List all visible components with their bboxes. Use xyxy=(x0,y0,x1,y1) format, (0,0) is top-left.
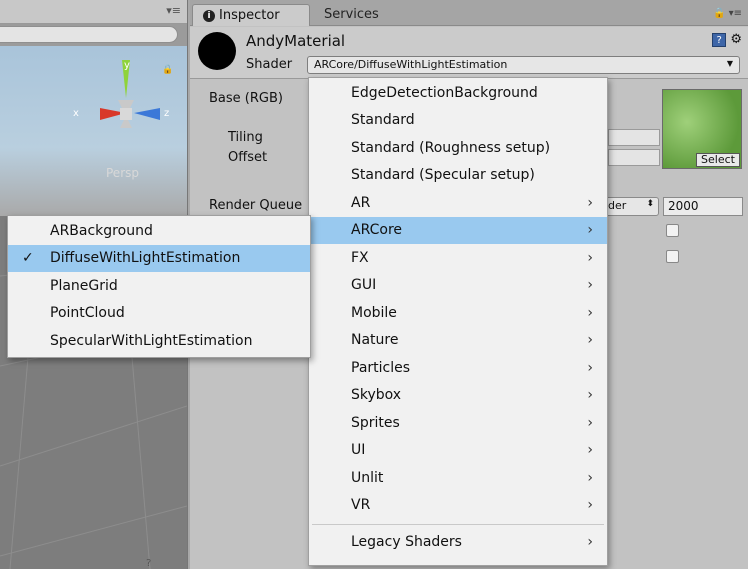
chevron-right-icon: › xyxy=(587,332,593,348)
material-preview-sphere xyxy=(198,32,236,70)
texture-slot[interactable]: Select xyxy=(662,89,742,169)
property-checkbox-2[interactable] xyxy=(666,250,679,263)
render-queue-label: Render Queue xyxy=(209,198,303,213)
submenu-item-arbackground[interactable]: ARBackground xyxy=(8,218,310,245)
info-icon: i xyxy=(203,10,215,22)
tab-services[interactable]: Services xyxy=(314,4,414,26)
tab-inspector-label: Inspector xyxy=(219,8,280,23)
menu-item-ui[interactable]: UI › xyxy=(309,437,607,464)
submenu-item-pointcloud[interactable]: PointCloud xyxy=(8,300,310,327)
chevron-right-icon: › xyxy=(587,305,593,321)
checkmark-icon: ✓ xyxy=(22,250,34,266)
scene-search-field[interactable] xyxy=(0,26,178,43)
offset-y-field[interactable] xyxy=(608,149,660,166)
offset-label: Offset xyxy=(228,150,268,165)
gizmo-z-cone xyxy=(134,108,160,120)
chevron-right-icon: › xyxy=(587,442,593,458)
chevron-right-icon: › xyxy=(587,387,593,403)
submenu-item-planegrid[interactable]: PlaneGrid xyxy=(8,273,310,300)
shader-label: Shader xyxy=(246,57,293,72)
base-rgb-label: Base (RGB) xyxy=(209,91,283,106)
chevron-right-icon: › xyxy=(587,360,593,376)
menu-item-standard-roughness[interactable]: Standard (Roughness setup) xyxy=(309,135,607,162)
chevron-right-icon: › xyxy=(587,470,593,486)
menu-separator xyxy=(312,524,604,525)
gizmo-z-label: z xyxy=(164,108,169,119)
submenu-item-specularwithlightestimation[interactable]: SpecularWithLightEstimation xyxy=(8,328,310,355)
tab-inspector[interactable]: i Inspector xyxy=(192,4,310,26)
shader-dropdown[interactable]: ARCore/DiffuseWithLightEstimation ▼ xyxy=(307,56,740,74)
material-header: AndyMaterial Shader ARCore/DiffuseWithLi… xyxy=(190,27,748,79)
menu-item-nature[interactable]: Nature › xyxy=(309,327,607,354)
shader-menu: EdgeDetectionBackground Standard Standar… xyxy=(308,77,608,566)
shader-dropdown-value: ARCore/DiffuseWithLightEstimation xyxy=(314,58,508,71)
render-queue-mode-dropdown[interactable]: der ⬍ xyxy=(603,197,659,216)
menu-item-skybox[interactable]: Skybox › xyxy=(309,382,607,409)
menu-item-fx[interactable]: FX › xyxy=(309,245,607,272)
tiling-label: Tiling xyxy=(228,130,263,145)
scene-orientation-gizmo[interactable]: y x z 🔒 xyxy=(70,58,182,168)
gizmo-x-label: x xyxy=(73,108,79,119)
chevron-right-icon: › xyxy=(587,534,593,550)
chevron-right-icon: › xyxy=(587,415,593,431)
menu-item-particles[interactable]: Particles › xyxy=(309,355,607,382)
render-queue-value-field[interactable]: 2000 xyxy=(663,197,743,216)
perspective-label[interactable]: Persp xyxy=(106,166,139,180)
gear-icon[interactable]: ⚙ xyxy=(730,32,742,47)
texture-select-button[interactable]: Select xyxy=(696,153,740,167)
material-name: AndyMaterial xyxy=(246,32,346,50)
tiling-y-field[interactable] xyxy=(608,129,660,146)
chevron-right-icon: › xyxy=(587,195,593,211)
render-queue-mode-value: der xyxy=(608,199,627,212)
submenu-item-diffusewithlightestimation[interactable]: ✓ DiffuseWithLightEstimation xyxy=(8,245,310,272)
menu-item-edgedetectionbackground[interactable]: EdgeDetectionBackground xyxy=(309,80,607,107)
menu-item-unlit[interactable]: Unlit › xyxy=(309,465,607,492)
scene-bottom-indicator: ? xyxy=(146,558,152,569)
tab-services-label: Services xyxy=(324,7,379,22)
menu-item-sprites[interactable]: Sprites › xyxy=(309,410,607,437)
menu-item-standard[interactable]: Standard xyxy=(309,107,607,134)
inspector-tabbar: i Inspector Services 🔒 ▾≡ xyxy=(190,0,748,26)
chevron-right-icon: › xyxy=(587,497,593,513)
help-book-icon[interactable]: ? xyxy=(712,33,727,47)
chevron-right-icon: › xyxy=(587,250,593,266)
scene-toolbar: ▾≡ xyxy=(0,0,187,24)
menu-item-gui[interactable]: GUI › xyxy=(309,272,607,299)
tab-menu-icon[interactable]: ▾≡ xyxy=(166,4,181,17)
tab-menu-icon[interactable]: ▾≡ xyxy=(729,8,742,19)
lock-icon[interactable]: 🔒 xyxy=(713,8,725,19)
menu-item-ar[interactable]: AR › xyxy=(309,190,607,217)
chevron-right-icon: › xyxy=(587,277,593,293)
property-checkbox-1[interactable] xyxy=(666,224,679,237)
menu-item-legacy-shaders[interactable]: Legacy Shaders › xyxy=(309,529,607,556)
arcore-submenu: ARBackground ✓ DiffuseWithLightEstimation… xyxy=(7,215,311,358)
chevron-right-icon: › xyxy=(587,222,593,238)
dropdown-arrow-icon: ▼ xyxy=(726,59,733,68)
menu-item-vr[interactable]: VR › xyxy=(309,492,607,519)
gizmo-lock-icon: 🔒 xyxy=(162,64,173,75)
menu-item-mobile[interactable]: Mobile › xyxy=(309,300,607,327)
gizmo-y-label: y xyxy=(124,60,130,71)
menu-item-standard-specular[interactable]: Standard (Specular setup) xyxy=(309,162,607,189)
menu-item-arcore[interactable]: ARCore › xyxy=(309,217,607,244)
stepper-arrows-icon: ⬍ xyxy=(646,199,654,209)
